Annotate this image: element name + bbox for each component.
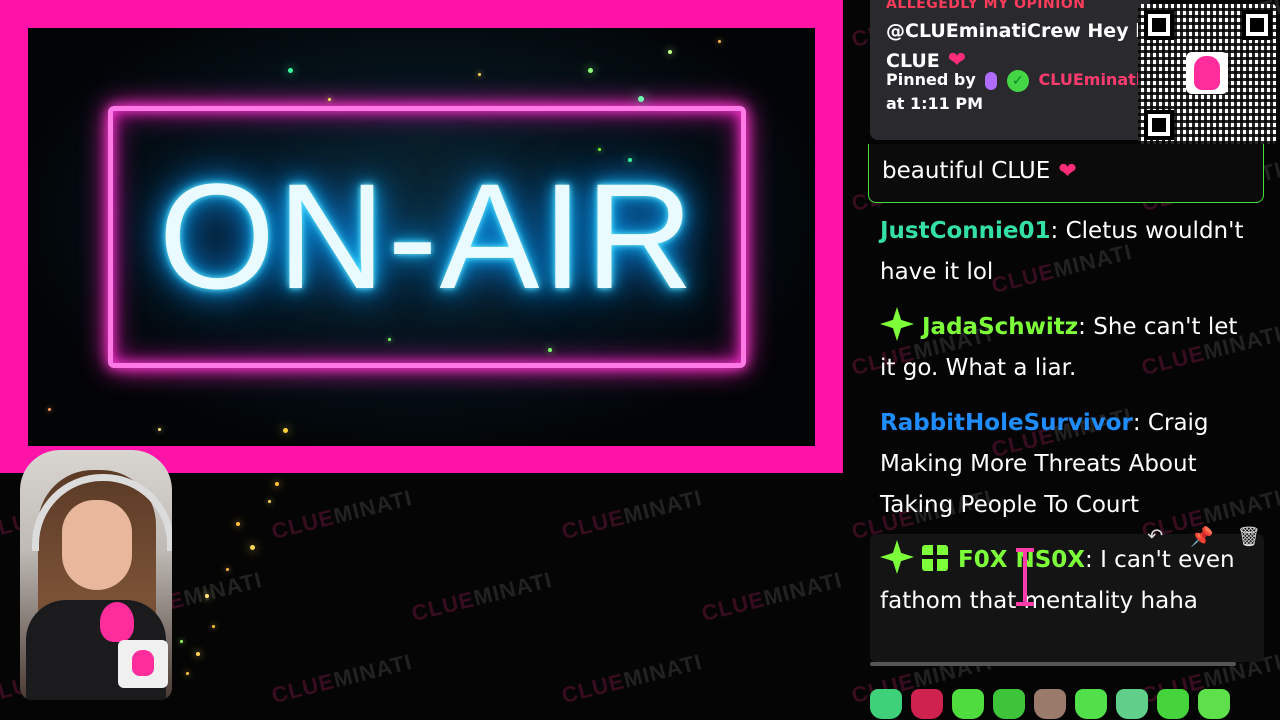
- qr-code: [1138, 4, 1276, 144]
- emote-icon[interactable]: [1198, 689, 1230, 719]
- gift-badge-icon: [922, 545, 948, 571]
- watermark-text: CLUEMINATI: [558, 648, 705, 709]
- glow-particle: [268, 500, 271, 503]
- glow-particle: [588, 68, 593, 73]
- mic-badge-icon: [985, 71, 998, 90]
- heart-icon: ❤: [1058, 159, 1077, 184]
- chat-scrollbar[interactable]: [870, 662, 1236, 666]
- qr-finder: [1144, 10, 1174, 40]
- watermark-text: CLUEMINATI: [268, 648, 415, 709]
- watermark-text: CLUEMINATI: [698, 566, 845, 627]
- glow-particle: [205, 594, 209, 598]
- stream-frame: ON-AIR: [0, 0, 843, 473]
- emote-icon[interactable]: [911, 689, 943, 719]
- glow-particle: [196, 652, 200, 656]
- emote-icon[interactable]: [1034, 689, 1066, 719]
- delete-icon[interactable]: 🗑: [1225, 518, 1272, 554]
- chat-message[interactable]: JustConnie01: Cletus wouldn't have it lo…: [880, 211, 1260, 293]
- pinned-by-name[interactable]: CLUEminati: [1038, 70, 1141, 89]
- glow-particle: [328, 98, 331, 101]
- message-actions: ↶ 📌 🗑: [1132, 518, 1272, 554]
- neon-sign-border: ON-AIR: [108, 106, 746, 368]
- skull-mask-logo: [118, 640, 168, 688]
- emote-icon[interactable]: [870, 689, 902, 719]
- glow-particle: [250, 545, 255, 550]
- chat-username[interactable]: JustConnie01: [880, 218, 1051, 244]
- emote-icon[interactable]: [993, 689, 1025, 719]
- chat-message[interactable]: RabbitHoleSurvivor: Craig Making More Th…: [880, 403, 1260, 526]
- watermark-text: CLUEMINATI: [408, 566, 555, 627]
- glow-particle: [283, 428, 288, 433]
- webcam-feed: [20, 450, 172, 700]
- glow-particle: [598, 148, 601, 151]
- pinned-by: Pinned by ✓ CLUEminati: [886, 64, 1141, 96]
- glow-particle: [236, 522, 240, 526]
- glow-particle: [48, 408, 51, 411]
- watermark-text: CLUEMINATI: [558, 484, 705, 545]
- microphone: [100, 602, 134, 642]
- pinned-time: at 1:11 PM: [886, 94, 984, 113]
- sparkle-badge-icon: [880, 307, 914, 341]
- sparkle-badge-icon: [880, 540, 914, 574]
- emote-icon[interactable]: [1075, 689, 1107, 719]
- emote-icon[interactable]: [1157, 689, 1189, 719]
- glow-particle: [158, 428, 161, 431]
- verified-badge-icon: ✓: [1006, 69, 1029, 92]
- pinned-header: ALLEGEDLY MY OPINION: [886, 0, 1086, 12]
- emote-icon[interactable]: [952, 689, 984, 719]
- chat-username[interactable]: JadaSchwitz: [922, 314, 1078, 340]
- qr-finder: [1144, 110, 1174, 140]
- pinned-text-line1: @CLUEminatiCrew Hey be: [886, 20, 1150, 42]
- glow-particle: [275, 482, 279, 486]
- pinned-message[interactable]: ALLEGEDLY MY OPINION @CLUEminatiCrew Hey…: [870, 0, 1150, 140]
- emote-icon[interactable]: [1116, 689, 1148, 719]
- glow-particle: [388, 338, 391, 341]
- pinned-by-label: Pinned by: [886, 70, 976, 89]
- glow-particle: [628, 158, 632, 162]
- glow-particle: [212, 625, 215, 628]
- qr-finder: [1242, 10, 1272, 40]
- highlighted-message[interactable]: beautiful CLUE ❤: [868, 144, 1264, 203]
- glow-particle: [548, 348, 552, 352]
- emote-bar: [870, 688, 1280, 720]
- chat-username[interactable]: RabbitHoleSurvivor: [880, 410, 1133, 436]
- glow-particle: [718, 40, 721, 43]
- on-air-sign: ON-AIR: [158, 152, 696, 320]
- glow-particle: [186, 672, 189, 675]
- highlighted-text: beautiful CLUE ❤: [882, 158, 1077, 184]
- pin-icon[interactable]: 📌: [1179, 518, 1226, 554]
- on-air-screen: ON-AIR: [28, 28, 815, 446]
- chat-message[interactable]: JadaSchwitz: She can't let it go. What a…: [880, 307, 1260, 389]
- glow-particle: [668, 50, 672, 54]
- glow-particle: [180, 640, 183, 643]
- glow-particle: [638, 96, 644, 102]
- glow-particle: [478, 73, 481, 76]
- glow-particle: [226, 568, 229, 571]
- reply-icon[interactable]: ↶: [1132, 518, 1179, 554]
- glow-particle: [288, 68, 293, 73]
- skull-logo-icon: [1186, 52, 1228, 94]
- text-cursor-icon: [1016, 548, 1034, 606]
- watermark-text: CLUEMINATI: [268, 484, 415, 545]
